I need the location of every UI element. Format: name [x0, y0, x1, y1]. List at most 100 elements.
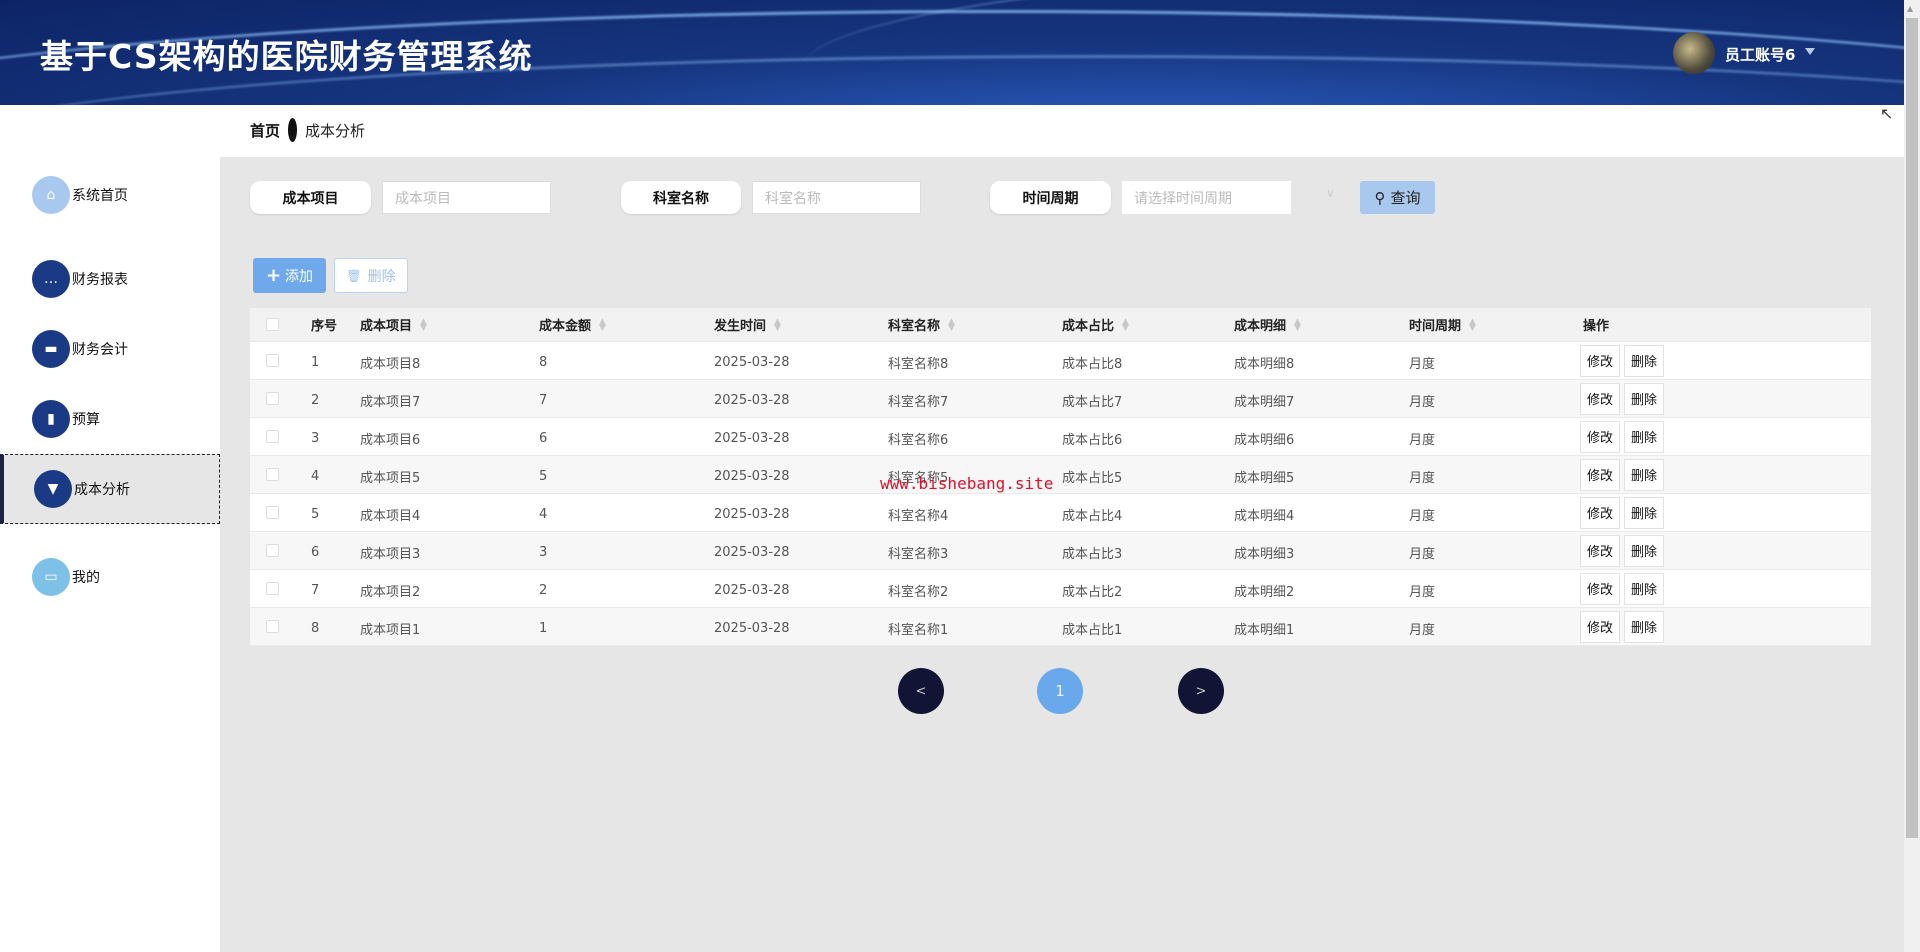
- user-avatar[interactable]: [1673, 32, 1715, 74]
- mouse-cursor-icon: ↖: [1880, 104, 1894, 123]
- column-header-label: 时间周期: [1409, 319, 1462, 334]
- table-cell: 科室名称3: [888, 547, 949, 562]
- table-row: 3 成本项目6 6 2025-03-28 科室名称6 成本占比6 成本明细6 月度 修改 删除: [250, 418, 1871, 456]
- table-cell: 4: [539, 507, 548, 522]
- table-cell: 成本明细7: [1234, 395, 1295, 410]
- sidebar-item-2[interactable]: ▬ 财务会计: [0, 314, 220, 384]
- sort-icon[interactable]: ▲ ▼: [1294, 317, 1301, 332]
- sort-icon[interactable]: ▲ ▼: [420, 317, 427, 332]
- page-1-button[interactable]: 1: [1037, 668, 1083, 714]
- scroll-thumb[interactable]: [1906, 18, 1918, 838]
- delete-button[interactable]: 删除: [1624, 382, 1665, 415]
- period-select[interactable]: 请选择时间周期: [1122, 181, 1291, 214]
- row-checkbox[interactable]: [266, 468, 279, 481]
- delete-button[interactable]: 删除: [1624, 496, 1665, 529]
- delete-button[interactable]: 删除: [1624, 610, 1665, 643]
- add-button[interactable]: + 添加: [253, 258, 326, 293]
- table-cell: 科室名称4: [888, 509, 949, 524]
- bar-chart-icon: ▮: [32, 400, 70, 438]
- edit-button[interactable]: 修改: [1580, 382, 1621, 415]
- select-all-checkbox[interactable]: [266, 318, 279, 331]
- chat-icon: …: [32, 260, 70, 298]
- table-cell: 5: [311, 507, 320, 522]
- sidebar-item-5[interactable]: ▭ 我的: [0, 542, 220, 612]
- table-cell: 成本占比1: [1062, 623, 1123, 638]
- table-cell: 2025-03-28: [714, 583, 790, 598]
- table-cell: 成本项目8: [360, 357, 421, 372]
- column-header[interactable]: 时间周期 ▲ ▼: [1409, 308, 1476, 341]
- sidebar-item-0[interactable]: ⌂ 系统首页: [0, 160, 220, 230]
- sidebar-item-4[interactable]: ▼ 成本分析: [0, 454, 220, 524]
- table-cell: 月度: [1409, 623, 1436, 638]
- row-checkbox[interactable]: [266, 506, 279, 519]
- sort-icon[interactable]: ▲ ▼: [948, 317, 955, 332]
- edit-button[interactable]: 修改: [1580, 344, 1621, 377]
- table-cell: 8: [539, 355, 548, 370]
- chevron-down-icon[interactable]: ∨: [1326, 186, 1335, 200]
- sort-icon[interactable]: ▲ ▼: [1122, 317, 1129, 332]
- sort-icon[interactable]: ▲ ▼: [774, 317, 781, 332]
- cost-item-label: 成本项目: [250, 181, 371, 214]
- query-button[interactable]: ⚲ 查询: [1360, 181, 1435, 214]
- edit-button[interactable]: 修改: [1580, 458, 1621, 491]
- delete-button[interactable]: 删除: [1624, 458, 1665, 491]
- column-header[interactable]: 成本占比 ▲ ▼: [1062, 308, 1129, 341]
- card-icon: ▭: [32, 558, 70, 596]
- table-cell: 成本占比2: [1062, 585, 1123, 600]
- batch-delete-button[interactable]: 🗑 删除: [334, 258, 408, 293]
- sidebar-item-label: 财务会计: [72, 342, 128, 358]
- breadcrumb-separator-icon: [288, 118, 298, 142]
- table-cell: 成本项目1: [360, 623, 421, 638]
- delete-button[interactable]: 删除: [1624, 534, 1665, 567]
- edit-button[interactable]: 修改: [1580, 496, 1621, 529]
- sidebar-item-3[interactable]: ▮ 预算: [0, 384, 220, 454]
- edit-button[interactable]: 修改: [1580, 420, 1621, 453]
- column-header: 操作: [1583, 308, 1609, 341]
- row-checkbox[interactable]: [266, 582, 279, 595]
- column-header[interactable]: 成本项目 ▲ ▼: [360, 308, 427, 341]
- column-header-label: 成本明细: [1234, 319, 1287, 334]
- sort-icon[interactable]: ▲ ▼: [1469, 317, 1476, 332]
- dept-name-input[interactable]: 科室名称: [752, 181, 921, 214]
- row-checkbox[interactable]: [266, 544, 279, 557]
- edit-button[interactable]: 修改: [1580, 610, 1621, 643]
- row-checkbox[interactable]: [266, 354, 279, 367]
- delete-button[interactable]: 删除: [1624, 344, 1665, 377]
- table-cell: 成本占比5: [1062, 471, 1123, 486]
- column-header[interactable]: 成本明细 ▲ ▼: [1234, 308, 1301, 341]
- breadcrumb-home[interactable]: 首页: [250, 120, 280, 141]
- delete-button[interactable]: 删除: [1624, 420, 1665, 453]
- edit-button[interactable]: 修改: [1580, 534, 1621, 567]
- prev-page-button[interactable]: <: [898, 668, 944, 714]
- scroll-up-icon[interactable]: ▲: [1907, 4, 1913, 13]
- breadcrumb: 首页 成本分析: [250, 118, 365, 142]
- table-row: 6 成本项目3 3 2025-03-28 科室名称3 成本占比3 成本明细3 月度 修改 删除: [250, 532, 1871, 570]
- delete-button[interactable]: 删除: [1624, 572, 1665, 605]
- caret-down-icon[interactable]: [1805, 48, 1815, 55]
- row-checkbox[interactable]: [266, 392, 279, 405]
- row-checkbox[interactable]: [266, 620, 279, 633]
- sidebar: [0, 105, 220, 952]
- cost-item-input[interactable]: 成本项目: [382, 181, 551, 214]
- row-checkbox[interactable]: [266, 430, 279, 443]
- table-cell: 7: [311, 583, 320, 598]
- column-header[interactable]: 发生时间 ▲ ▼: [714, 308, 781, 341]
- sidebar-item-label: 我的: [72, 570, 100, 586]
- table-cell: 成本明细4: [1234, 509, 1295, 524]
- table-cell: 成本明细5: [1234, 471, 1295, 486]
- column-header[interactable]: 科室名称 ▲ ▼: [888, 308, 955, 341]
- table-cell: 月度: [1409, 585, 1436, 600]
- user-menu[interactable]: 员工账号6: [1725, 44, 1795, 65]
- table-row: 5 成本项目4 4 2025-03-28 科室名称4 成本占比4 成本明细4 月度 修改 删除: [250, 494, 1871, 532]
- sort-icon[interactable]: ▲ ▼: [599, 317, 606, 332]
- table-cell: 2025-03-28: [714, 355, 790, 370]
- table-cell: 成本明细8: [1234, 357, 1295, 372]
- next-page-button[interactable]: >: [1178, 668, 1224, 714]
- edit-button[interactable]: 修改: [1580, 572, 1621, 605]
- table-cell: 成本明细2: [1234, 585, 1295, 600]
- table-cell: 6: [311, 545, 320, 560]
- table-cell: 成本项目7: [360, 395, 421, 410]
- column-header[interactable]: 成本金额 ▲ ▼: [539, 308, 606, 341]
- sidebar-item-1[interactable]: … 财务报表: [0, 244, 220, 314]
- sidebar-item-label: 成本分析: [74, 482, 130, 498]
